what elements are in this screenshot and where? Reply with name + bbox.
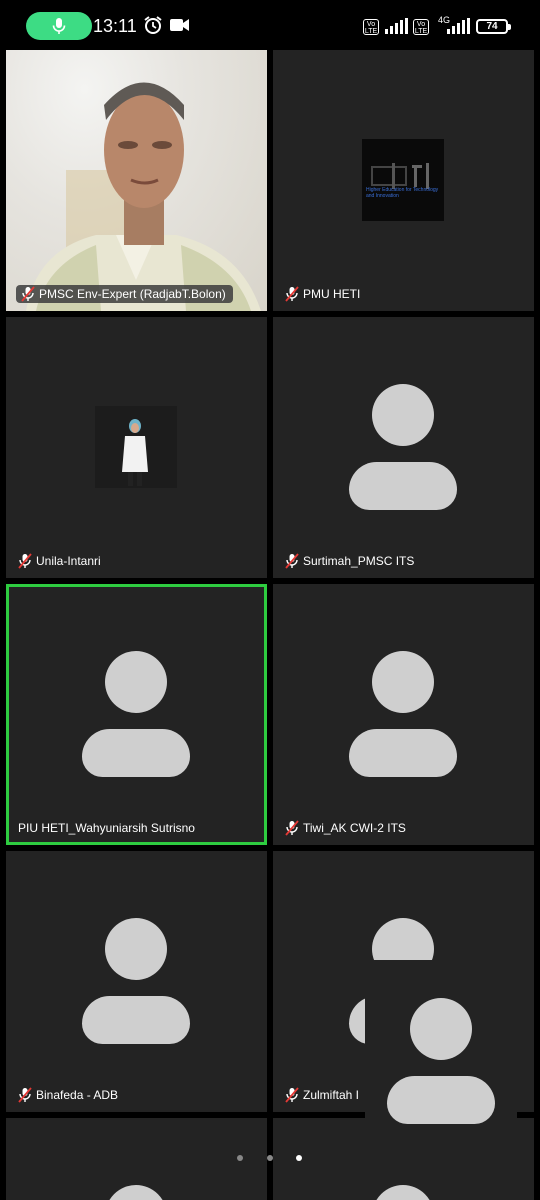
avatar-head — [372, 651, 434, 713]
participant-tile[interactable]: PMSC Env-Expert (RadjabT.Bolon) — [6, 50, 267, 311]
battery-icon: 74 — [476, 19, 511, 34]
volte-icon: Vo LTE — [413, 19, 429, 35]
participant-video — [6, 50, 267, 311]
participant-name: Zulmiftah I — [303, 1088, 360, 1102]
mic-muted-icon — [285, 553, 299, 569]
page-indicator-dot[interactable] — [237, 1155, 243, 1161]
participant-name: PIU HETI_Wahyuniarsih Sutrisno — [18, 821, 195, 835]
participant-name-label: Unila-Intanri — [18, 552, 101, 570]
participant-name: Tiwi_AK CWI-2 ITS — [303, 821, 406, 835]
mic-icon — [52, 18, 66, 34]
avatar-head — [410, 998, 472, 1060]
page-indicator-dot-current[interactable] — [296, 1155, 302, 1161]
mic-muted-icon — [18, 1087, 32, 1103]
avatar-head — [105, 1185, 167, 1200]
participant-name: Surtimah_PMSC ITS — [303, 554, 415, 568]
alarm-icon — [144, 16, 162, 34]
mic-muted-icon — [285, 286, 299, 302]
mic-in-use-indicator[interactable] — [26, 12, 92, 40]
mic-muted-icon — [285, 820, 299, 836]
avatar-head — [372, 384, 434, 446]
self-view-tile[interactable] — [365, 960, 517, 1125]
participant-name-label: PIU HETI_Wahyuniarsih Sutrisno — [18, 819, 195, 837]
participant-name: PMU HETI — [303, 287, 361, 301]
video-frame-illustration — [26, 82, 261, 311]
participant-tile[interactable] — [273, 1118, 534, 1200]
avatar-body — [349, 462, 457, 510]
avatar-body — [82, 729, 190, 777]
participant-name: Unila-Intanri — [36, 554, 101, 568]
participant-name-label: Zulmiftah I — [285, 1086, 359, 1104]
volte-icon: Vo LTE — [363, 19, 379, 35]
video-camera-icon — [170, 19, 189, 31]
heti-logo: Higher Education for Technology and Inno… — [362, 139, 444, 221]
page-indicator-dot[interactable] — [267, 1155, 273, 1161]
participant-tile[interactable]: Unila-Intanri — [6, 317, 267, 578]
mic-muted-icon — [21, 286, 35, 302]
signal-icon — [385, 18, 408, 34]
participant-photo — [95, 406, 177, 488]
participant-tile[interactable]: Higher Education for Technology and Inno… — [273, 50, 534, 311]
avatar-body — [82, 996, 190, 1044]
participant-tile[interactable]: Surtimah_PMSC ITS — [273, 317, 534, 578]
logo-text: Higher Education for Technology and Inno… — [366, 187, 439, 199]
participant-name-label: Tiwi_AK CWI-2 ITS — [285, 819, 406, 837]
participant-name-label: Surtimah_PMSC ITS — [285, 552, 414, 570]
avatar-body — [349, 729, 457, 777]
participant-name-label: Binafeda - ADB — [18, 1086, 118, 1104]
mic-muted-icon — [285, 1087, 299, 1103]
signal-icon — [447, 18, 470, 34]
avatar-head — [372, 1185, 434, 1200]
participant-name: Binafeda - ADB — [36, 1088, 119, 1102]
participant-name: PMSC Env-Expert (RadjabT.Bolon) — [39, 287, 226, 301]
participant-tile-active-speaker[interactable]: PIU HETI_Wahyuniarsih Sutrisno — [6, 584, 267, 845]
avatar-body — [387, 1076, 495, 1124]
avatar-head — [105, 651, 167, 713]
status-time: 13:11 — [93, 16, 137, 36]
participant-tile[interactable]: Tiwi_AK CWI-2 ITS — [273, 584, 534, 845]
mic-muted-icon — [18, 553, 32, 569]
status-bar: 13:11 Vo LTE Vo LTE 4G 74 — [0, 0, 540, 50]
participant-name-label: PMU HETI — [285, 285, 360, 303]
avatar-head — [105, 918, 167, 980]
participant-tile[interactable]: Binafeda - ADB — [6, 851, 267, 1112]
participant-tile[interactable] — [6, 1118, 267, 1200]
participant-name-label: PMSC Env-Expert (RadjabT.Bolon) — [16, 285, 233, 303]
